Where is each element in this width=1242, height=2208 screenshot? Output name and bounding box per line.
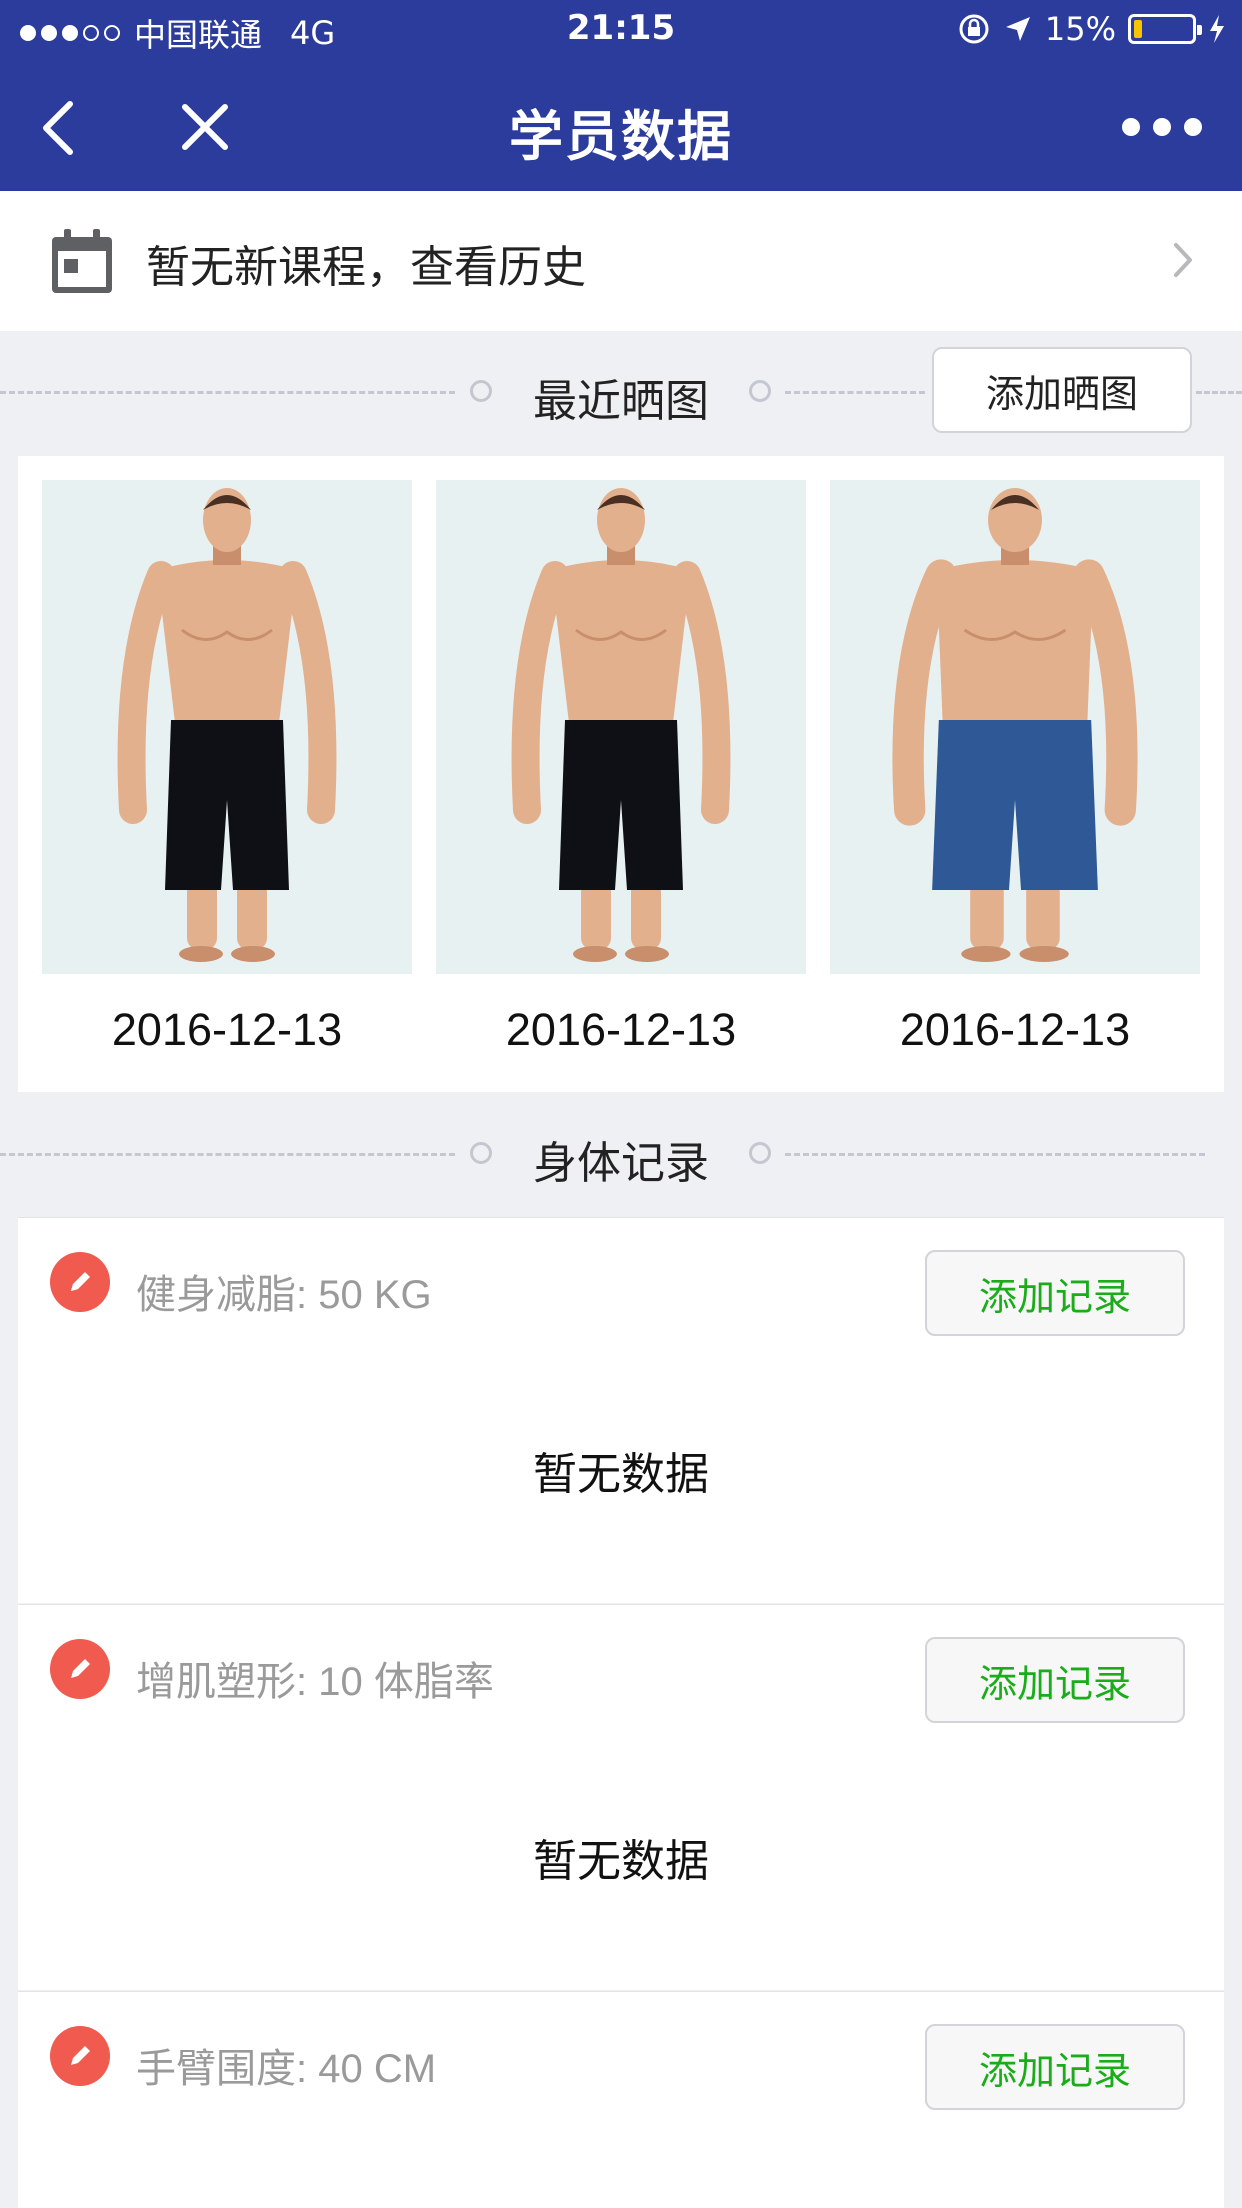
recent-photos-card: 2016-12-13 2016-12-13 2016-12-13 [18,456,1224,1092]
divider-line [785,1153,1205,1156]
battery-icon [1128,14,1202,44]
progress-photo[interactable] [42,480,412,974]
calendar-icon [52,229,112,293]
photo-item: 2016-12-13 [436,480,806,1056]
divider-ring [749,380,771,402]
edit-goal-button[interactable] [50,1252,110,1312]
photo-item: 2016-12-13 [830,480,1200,1056]
divider-line [785,391,925,394]
orientation-lock-icon [959,14,989,44]
location-arrow-icon [1005,17,1030,41]
add-photo-button[interactable]: 添加晒图 [932,347,1192,433]
photo-date: 2016-12-13 [899,1004,1131,1055]
record-title: 增肌塑形: 10 体脂率 [136,1660,494,1704]
edit-goal-button[interactable] [50,2026,110,2086]
status-bar: 中国联通 4G 21:15 15% [0,0,1242,62]
photo-item: 2016-12-13 [42,480,412,1056]
more-button[interactable] [1122,102,1202,152]
progress-photo[interactable] [830,480,1200,974]
more-dot [1184,118,1202,136]
photo-date: 2016-12-13 [111,1004,343,1055]
record-card: 增肌塑形: 10 体脂率 添加记录 暂无数据 [18,1604,1224,1990]
chevron-right-icon [1174,243,1192,277]
section-title: 身体记录 [533,1138,709,1189]
pencil-icon [71,2046,90,2065]
add-record-button[interactable]: 添加记录 [925,1250,1185,1336]
divider-ring [749,1142,771,1164]
status-right: 15% [957,10,1226,48]
more-dot [1122,118,1140,136]
battery-fill [1134,20,1143,38]
more-dot [1153,118,1171,136]
progress-photo[interactable] [436,480,806,974]
page-title: 学员数据 [509,105,733,168]
edit-goal-button[interactable] [50,1639,110,1699]
record-title: 健身减脂: 50 KG [136,1273,432,1317]
pencil-icon [71,1272,90,1291]
charging-bolt-icon [1210,15,1224,43]
battery-percent: 15% [1044,10,1116,48]
record-card: 手臂围度: 40 CM 添加记录 [18,1991,1224,2208]
empty-state-text: 暂无数据 [533,1836,709,1887]
course-history-text: 暂无新课程，查看历史 [146,242,586,293]
record-card: 健身减脂: 50 KG 添加记录 暂无数据 [18,1217,1224,1603]
record-title: 手臂围度: 40 CM [136,2047,437,2091]
person-figure-image [117,488,337,962]
person-figure-image [511,488,731,962]
top-bar: 中国联通 4G 21:15 15% 学员数据 [0,0,1242,191]
photo-date: 2016-12-13 [505,1004,737,1055]
body-records-header: 身体记录 [0,1113,1242,1193]
navigation-bar: 学员数据 [0,62,1242,191]
empty-state-text: 暂无数据 [533,1449,709,1500]
add-record-button[interactable]: 添加记录 [925,2024,1185,2110]
pencil-icon [71,1659,90,1678]
divider-line [1196,391,1242,394]
person-figure-image [892,488,1138,962]
course-history-row[interactable]: 暂无新课程，查看历史 [0,191,1242,331]
add-record-button[interactable]: 添加记录 [925,1637,1185,1723]
